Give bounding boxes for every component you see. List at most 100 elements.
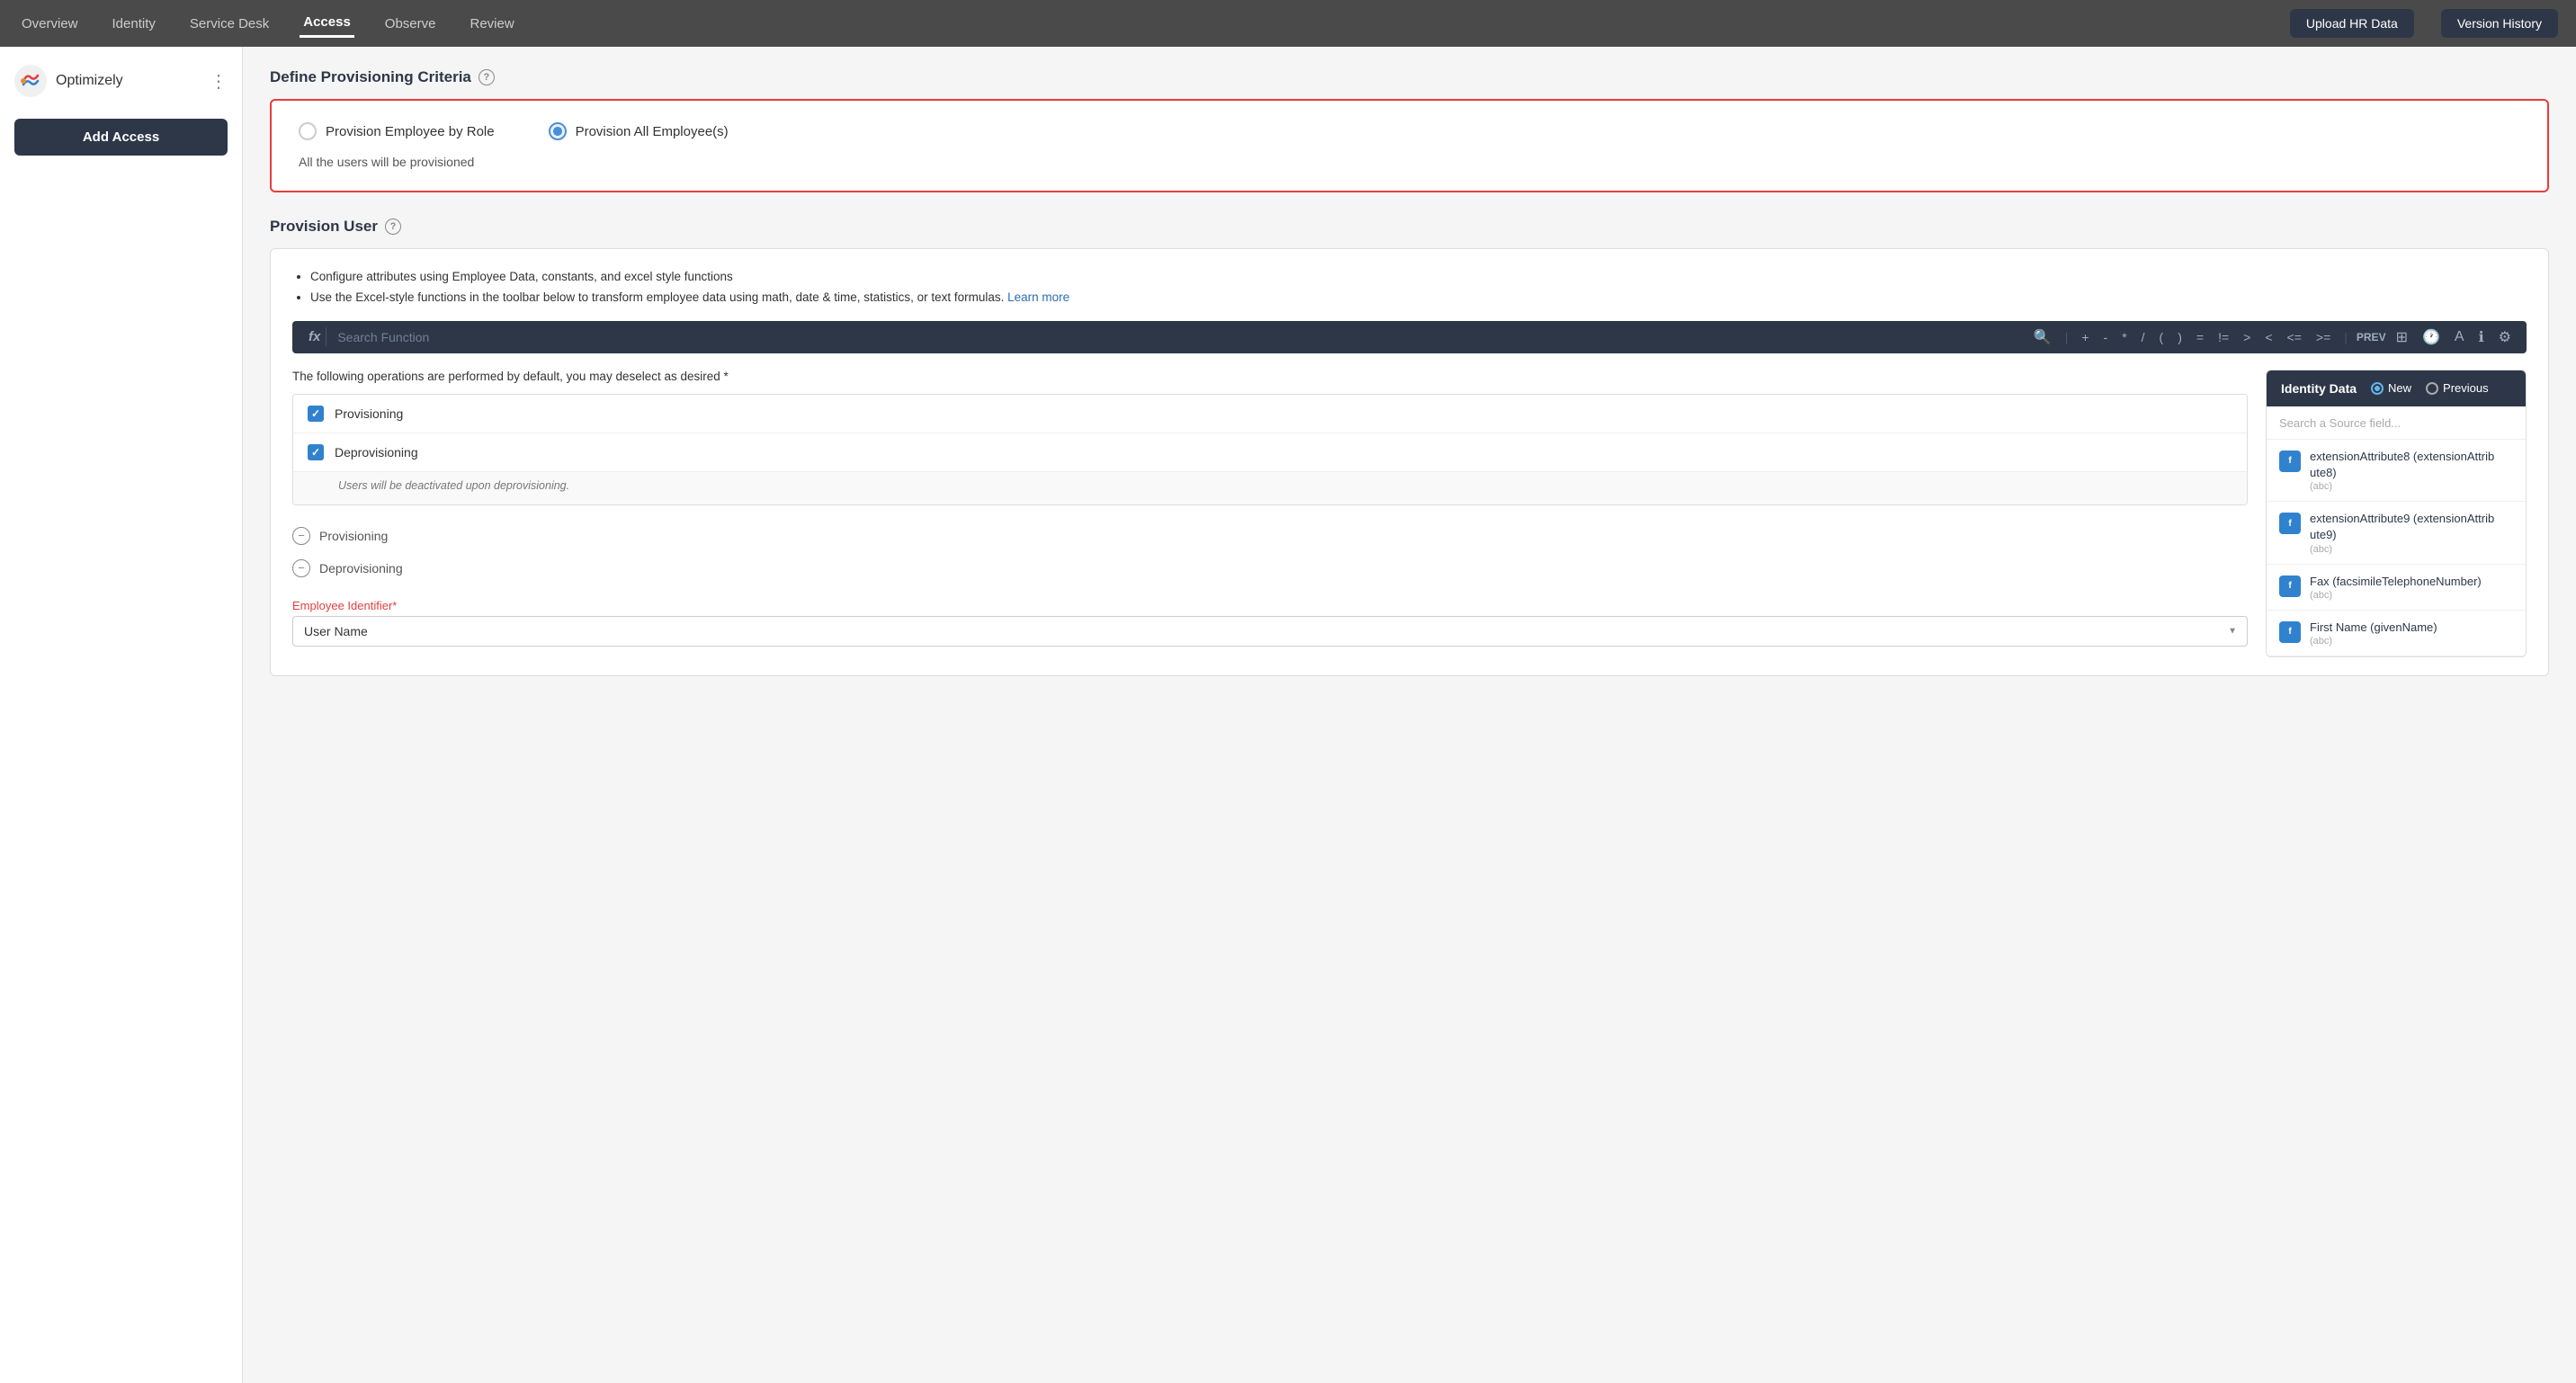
criteria-help-icon[interactable]: ? [479, 69, 495, 85]
field-type-2: (abc) [2310, 590, 2482, 601]
prev-button[interactable]: PREV [2357, 331, 2386, 344]
toolbar-less[interactable]: < [2260, 328, 2276, 346]
field-name-2: Fax (facsimileTelephoneNumber) [2310, 574, 2482, 590]
info-icon[interactable]: ℹ [2474, 326, 2489, 348]
identity-previous-radio[interactable]: Previous [2426, 381, 2489, 395]
content-row: The following operations are performed b… [292, 370, 2527, 657]
main-layout: Optimizely ⋮ Add Access Define Provision… [0, 47, 2576, 1383]
toolbar-not-equals[interactable]: != [2214, 328, 2233, 346]
field-type-0: (abc) [2310, 481, 2494, 492]
identity-header: Identity Data New Previous [2267, 370, 2526, 406]
identity-data-title: Identity Data [2281, 381, 2357, 396]
nav-overview[interactable]: Overview [18, 11, 82, 37]
identity-field-item[interactable]: f extensionAttribute8 (extensionAttribut… [2267, 440, 2526, 502]
identity-new-radio-circle [2371, 382, 2384, 395]
identity-new-radio[interactable]: New [2371, 381, 2411, 395]
sidebar-logo-name: Optimizely [56, 73, 123, 89]
employee-identifier-label: Employee Identifier* [292, 599, 2248, 612]
criteria-note: All the users will be provisioned [299, 155, 2520, 169]
toolbar-less-eq[interactable]: <= [2283, 328, 2306, 346]
deprovisioning-circle-row: Deprovisioning [292, 552, 2248, 584]
deprovisioning-checkbox[interactable] [308, 444, 324, 460]
toolbar-equals[interactable]: = [2192, 328, 2208, 346]
identity-fields-list: f extensionAttribute8 (extensionAttribut… [2267, 440, 2526, 656]
nav-review[interactable]: Review [467, 11, 518, 37]
nav-observe[interactable]: Observe [381, 11, 440, 37]
deprovisioning-circle-label: Deprovisioning [319, 561, 403, 576]
operations-note: The following operations are performed b… [292, 370, 2248, 383]
nav-identity[interactable]: Identity [109, 11, 159, 37]
nav-service-desk[interactable]: Service Desk [186, 11, 273, 37]
provisioning-label: Provisioning [335, 406, 403, 421]
field-type-3: (abc) [2310, 636, 2437, 647]
deprovisioning-note: Users will be deactivated upon deprovisi… [338, 479, 569, 492]
identity-search-input[interactable] [2279, 416, 2513, 430]
sidebar-logo: Optimizely ⋮ [14, 65, 228, 97]
provisioning-circle-minus [292, 527, 310, 545]
version-history-button[interactable]: Version History [2441, 9, 2558, 38]
criteria-box: Provision Employee by Role Provision All… [270, 99, 2549, 192]
sidebar-menu-icon[interactable]: ⋮ [210, 70, 228, 93]
search-function-input[interactable] [337, 330, 2023, 344]
provision-by-role-option[interactable]: Provision Employee by Role [299, 122, 495, 140]
toolbar-open-paren[interactable]: ( [2155, 328, 2169, 346]
toolbar-greater-eq[interactable]: >= [2312, 328, 2335, 346]
operations-box: Provisioning Deprovisioning Users will b… [292, 394, 2248, 505]
toolbar-close-paren[interactable]: ) [2173, 328, 2187, 346]
provision-section-title: Provision User ? [270, 218, 2549, 236]
field-icon-3: f [2279, 621, 2301, 643]
employee-identifier-select[interactable]: User Name [292, 616, 2248, 647]
toolbar-minus[interactable]: - [2099, 328, 2113, 346]
grid-icon[interactable]: ⊞ [2392, 326, 2412, 348]
provision-help-icon[interactable]: ? [385, 219, 401, 235]
field-type-1: (abc) [2310, 544, 2494, 555]
deprovisioning-note-row: Users will be deactivated upon deprovisi… [293, 472, 2247, 504]
provision-all-radio[interactable] [549, 122, 567, 140]
toolbar-multiply[interactable]: * [2117, 328, 2131, 346]
field-icon-0: f [2279, 451, 2301, 472]
content-left: The following operations are performed b… [292, 370, 2248, 657]
identity-previous-radio-circle [2426, 382, 2438, 395]
fx-badge: fx [303, 327, 326, 346]
criteria-section-title: Define Provisioning Criteria ? [270, 68, 2549, 86]
toolbar-divide[interactable]: / [2137, 328, 2150, 346]
deprovisioning-circle-minus [292, 559, 310, 577]
identity-search-container [2267, 406, 2526, 440]
field-icon-1: f [2279, 513, 2301, 534]
radio-options-row: Provision Employee by Role Provision All… [299, 122, 2520, 140]
provision-description: Configure attributes using Employee Data… [292, 267, 2527, 308]
settings-icon[interactable]: ⚙ [2494, 326, 2516, 348]
provisioning-row: Provisioning [293, 395, 2247, 433]
identity-field-item[interactable]: f Fax (facsimileTelephoneNumber) (abc) [2267, 565, 2526, 611]
field-name-0: extensionAttribute8 (extensionAttribute8… [2310, 449, 2494, 481]
provision-by-role-radio[interactable] [299, 122, 317, 140]
add-access-button[interactable]: Add Access [14, 119, 228, 156]
provisioning-circle-label: Provisioning [319, 529, 388, 543]
deprovisioning-row: Deprovisioning [293, 433, 2247, 472]
main-content: Define Provisioning Criteria ? Provision… [243, 47, 2576, 1383]
provisioning-circle-row: Provisioning [292, 520, 2248, 552]
toolbar-greater[interactable]: > [2239, 328, 2255, 346]
clock-icon[interactable]: 🕐 [2418, 326, 2445, 348]
toolbar-plus[interactable]: + [2077, 328, 2093, 346]
employee-identifier-wrapper: User Name [292, 616, 2248, 647]
sidebar: Optimizely ⋮ Add Access [0, 47, 243, 1383]
upload-hr-data-button[interactable]: Upload HR Data [2290, 9, 2414, 38]
identity-panel: Identity Data New Previous [2266, 370, 2527, 657]
identity-field-item[interactable]: f extensionAttribute9 (extensionAttribut… [2267, 502, 2526, 564]
provision-all-employees-option[interactable]: Provision All Employee(s) [549, 122, 729, 140]
provisioning-checkbox[interactable] [308, 406, 324, 422]
provision-box: Configure attributes using Employee Data… [270, 248, 2549, 676]
formula-toolbar: fx 🔍 | + - * / ( ) = != > < <= >= | PREV… [292, 321, 2527, 353]
text-icon[interactable]: A [2450, 327, 2469, 347]
learn-more-link[interactable]: Learn more [1007, 290, 1069, 304]
field-name-1: extensionAttribute9 (extensionAttribute9… [2310, 511, 2494, 543]
deprovisioning-label: Deprovisioning [335, 445, 418, 460]
field-icon-2: f [2279, 576, 2301, 597]
search-icon[interactable]: 🔍 [2029, 326, 2056, 348]
identity-field-item[interactable]: f First Name (givenName) (abc) [2267, 611, 2526, 656]
optimizely-logo-icon [14, 65, 47, 97]
field-name-3: First Name (givenName) [2310, 620, 2437, 636]
top-navigation: Overview Identity Service Desk Access Ob… [0, 0, 2576, 47]
nav-access[interactable]: Access [300, 9, 354, 38]
